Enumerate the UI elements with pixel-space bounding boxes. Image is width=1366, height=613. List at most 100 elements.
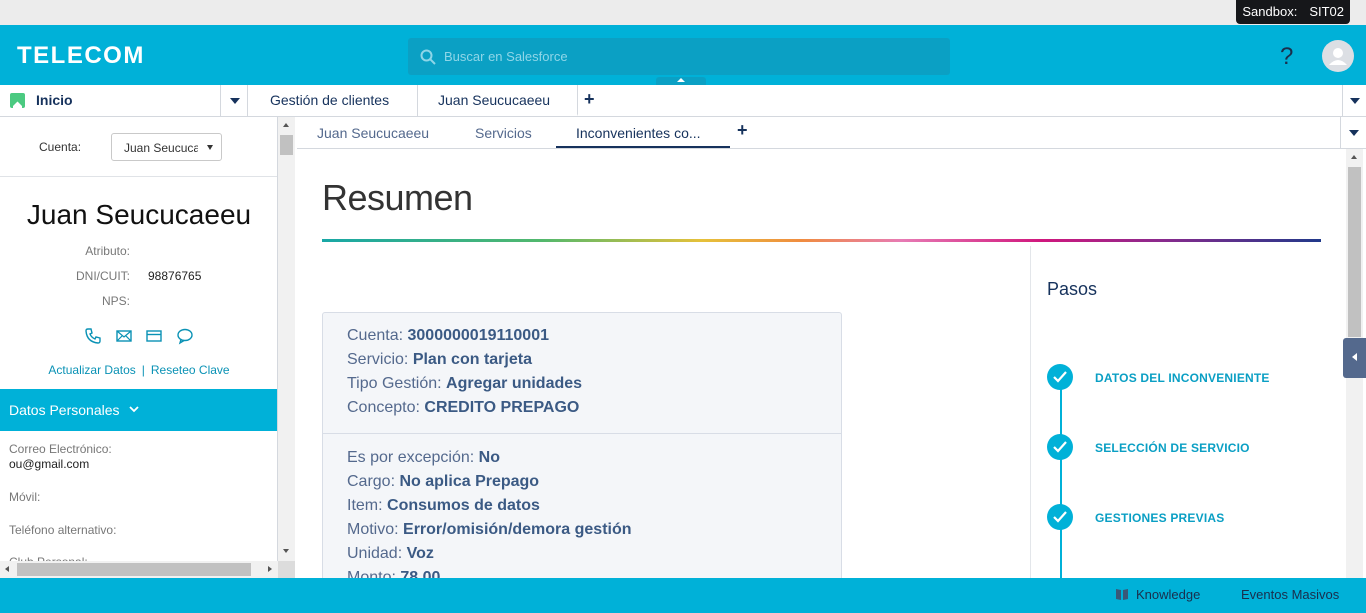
tab-gestion-clientes[interactable]: Gestión de clientes <box>248 85 418 116</box>
card-icon[interactable] <box>145 327 163 345</box>
dni-label: DNI/CUIT: <box>76 269 130 283</box>
sandbox-name: SIT02 <box>1309 4 1344 19</box>
scroll-up-icon[interactable] <box>283 123 289 127</box>
sidebar-horizontal-scroll-thumb[interactable] <box>17 563 251 576</box>
client-sidebar: Cuenta: Juan Seucucaeeu Juan Seucucaeeu … <box>0 117 278 578</box>
scroll-up-icon[interactable] <box>1351 155 1357 159</box>
summary-divider <box>323 433 841 434</box>
knowledge-button[interactable]: Knowledge <box>1136 587 1200 602</box>
client-links: Actualizar Datos | Reseteo Clave <box>0 363 277 377</box>
summary-label: Monto: <box>347 569 396 578</box>
add-subtab-button[interactable]: + <box>737 117 748 143</box>
telefono-alt-label: Teléfono alternativo: <box>9 523 117 537</box>
chat-icon[interactable] <box>176 327 194 345</box>
main-vertical-scroll-thumb[interactable] <box>1348 167 1361 337</box>
summary-label: Tipo Gestión: <box>347 375 442 392</box>
actualizar-datos-link[interactable]: Actualizar Datos <box>48 363 135 377</box>
search-placeholder: Buscar en Salesforce <box>444 49 568 64</box>
reseteo-clave-link[interactable]: Reseteo Clave <box>151 363 230 377</box>
summary-line-excepcion: Es por excepción: No <box>347 449 500 467</box>
home-icon <box>10 93 25 110</box>
header-collapse-handle[interactable] <box>656 77 706 85</box>
tab-home[interactable]: Inicio <box>0 85 248 116</box>
subtab-overflow-button[interactable] <box>1340 117 1366 148</box>
link-separator: | <box>141 363 145 377</box>
steps-connector <box>1060 376 1062 578</box>
summary-value: 3000000019110001 <box>407 327 550 344</box>
chevron-down-icon <box>129 406 139 413</box>
check-icon <box>1047 434 1073 460</box>
cuenta-select[interactable]: Juan Seucucaeeu <box>111 133 222 161</box>
chevron-down-icon <box>1349 97 1360 104</box>
summary-line-unidad: Unidad: Voz <box>347 545 434 563</box>
steps-panel: Pasos DATOS DEL INCONVENIENTE SELECCIÓN … <box>1030 246 1346 578</box>
correo-value: ou@gmail.com <box>9 457 90 471</box>
summary-value: CREDITO PREPAGO <box>424 399 580 416</box>
summary-value: No <box>478 449 500 466</box>
sandbox-strip <box>0 0 1366 25</box>
phone-icon[interactable] <box>84 327 102 345</box>
summary-value: No aplica Prepago <box>399 473 540 490</box>
add-tab-button[interactable]: + <box>584 85 600 116</box>
help-button[interactable]: ? <box>1280 43 1293 71</box>
tab-overflow-button[interactable] <box>1342 85 1366 116</box>
home-menu-button[interactable] <box>220 85 248 116</box>
sidebar-vertical-scrollbar[interactable] <box>278 117 295 561</box>
cuenta-select-value: Juan Seucucaeeu <box>124 141 198 155</box>
chevron-left-icon <box>1352 353 1357 361</box>
user-avatar[interactable] <box>1322 40 1354 72</box>
datos-personales-title: Datos Personales <box>9 402 120 418</box>
summary-line-cuenta: Cuenta: 3000000019110001 <box>347 327 549 345</box>
summary-card: Cuenta: 3000000019110001 Servicio: Plan … <box>322 312 842 578</box>
summary-line-concepto: Concepto: CREDITO PREPAGO <box>347 399 579 417</box>
nps-label: NPS: <box>101 294 130 308</box>
cuenta-label: Cuenta: <box>39 140 82 154</box>
chevron-down-icon <box>229 97 240 104</box>
subtab-bar: Juan Seucucaeeu Servicios Inconvenientes… <box>297 117 1366 149</box>
subtab-inconvenientes[interactable]: Inconvenientes co... <box>556 117 730 148</box>
search-icon <box>420 49 436 65</box>
scroll-down-icon[interactable] <box>283 549 289 553</box>
chevron-down-icon <box>207 145 213 150</box>
main-content: Resumen Cuenta: 3000000019110001 Servici… <box>297 149 1346 578</box>
subtab-servicios[interactable]: Servicios <box>475 117 532 148</box>
summary-label: Motivo: <box>347 521 399 538</box>
summary-line-motivo: Motivo: Error/omisión/demora gestión <box>347 521 632 539</box>
summary-line-cargo: Cargo: No aplica Prepago <box>347 473 539 491</box>
atributo-label: Atributo: <box>85 244 130 258</box>
sandbox-badge: Sandbox: SIT02 <box>1236 0 1350 24</box>
eventos-masivos-button[interactable]: Eventos Masivos <box>1241 587 1339 602</box>
global-search-input[interactable]: Buscar en Salesforce <box>408 38 950 75</box>
summary-label: Es por excepción: <box>347 449 475 466</box>
summary-line-monto: Monto: 78.00 <box>347 569 440 578</box>
telecom-logo[interactable]: TELECOM <box>17 42 145 70</box>
contact-actions <box>84 327 194 347</box>
summary-label: Servicio: <box>347 351 409 368</box>
side-panel-toggle[interactable] <box>1343 338 1366 378</box>
summary-label: Cuenta: <box>347 327 404 344</box>
utility-bar: Knowledge Eventos Masivos <box>0 578 1366 613</box>
email-icon[interactable] <box>115 327 133 345</box>
summary-value: Consumos de datos <box>387 497 540 514</box>
summary-line-tipo-gestion: Tipo Gestión: Agregar unidades <box>347 375 582 393</box>
summary-value: Voz <box>406 545 434 562</box>
scroll-left-icon[interactable] <box>5 566 9 572</box>
title-gradient-divider <box>322 239 1321 242</box>
datos-personales-header[interactable]: Datos Personales <box>0 389 277 431</box>
scroll-right-icon[interactable] <box>268 566 272 572</box>
chevron-down-icon <box>1348 129 1359 136</box>
summary-label: Item: <box>347 497 383 514</box>
subtab-juan-seucucaeeu[interactable]: Juan Seucucaeeu <box>317 117 429 148</box>
summary-value: Error/omisión/demora gestión <box>403 521 632 538</box>
tab-home-label: Inicio <box>36 92 73 108</box>
summary-value: Plan con tarjeta <box>412 351 532 368</box>
summary-label: Concepto: <box>347 399 420 416</box>
sandbox-label: Sandbox: <box>1242 4 1298 19</box>
check-icon <box>1047 364 1073 390</box>
dni-value: 98876765 <box>148 269 202 283</box>
tab-juan-seucucaeeu[interactable]: Juan Seucucaeeu <box>418 85 578 116</box>
correo-label: Correo Electrónico: <box>9 442 112 456</box>
sidebar-vertical-scroll-thumb[interactable] <box>280 135 293 155</box>
summary-value: Agregar unidades <box>446 375 583 392</box>
movil-label: Móvil: <box>9 490 41 504</box>
